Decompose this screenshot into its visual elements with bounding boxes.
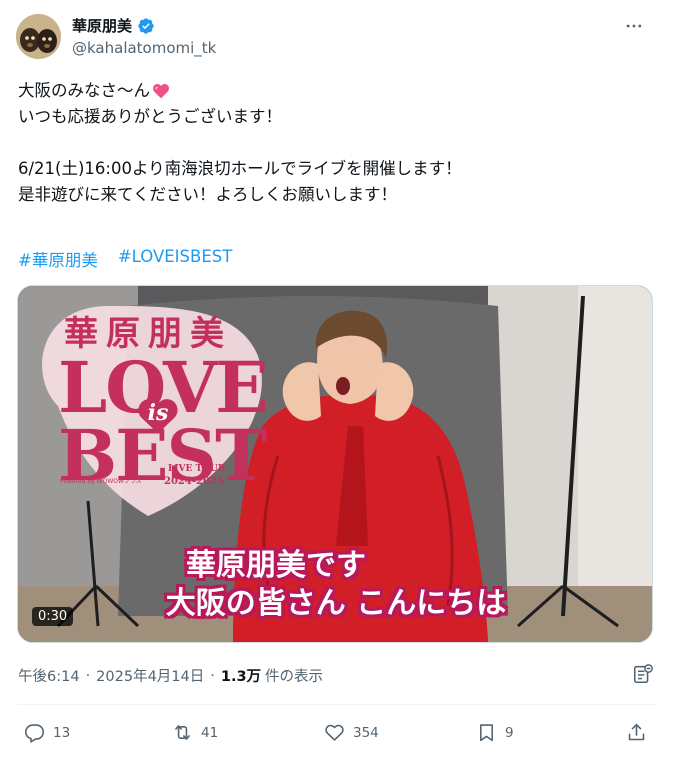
heart-icon (325, 724, 344, 741)
logo-years-text: 2024-2025 (164, 476, 224, 487)
logo-powered-text: Powered by WOWOWプラス (60, 478, 142, 485)
avatar[interactable] (16, 14, 61, 59)
repost-count: 41 (201, 724, 219, 741)
bookmark-button[interactable]: 9 (476, 722, 514, 743)
hashtag-link[interactable]: #華原朋美 (18, 247, 98, 271)
post-meta: 午後6:14 · 2025年4月14日 · 1.3万 件の表示 (18, 665, 323, 686)
post-card: 華原朋美 @kahalatomomi_tk 大阪のみなさ〜ん いつも応援ありがと… (0, 0, 675, 759)
video-player[interactable]: 華原朋美 LOVE is BEST LIVE TOUR 2024-2025 Po… (17, 285, 653, 643)
reply-count: 13 (53, 724, 71, 741)
post-line: 6/21(土)16:00より南海浪切ホールでライブを開催します！ (18, 159, 462, 178)
video-caption-line: 大阪の皆さん こんにちは (165, 586, 507, 621)
like-button[interactable]: 354 (324, 722, 379, 743)
meta-separator: · (85, 667, 91, 684)
post-date[interactable]: 2025年4月14日 (96, 665, 204, 686)
post-text: 大阪のみなさ〜ん いつも応援ありがとうございます！ 6/21(土)16:00より… (18, 78, 658, 208)
repost-icon (175, 725, 190, 740)
author-name-row[interactable]: 華原朋美 (72, 15, 155, 36)
hashtag-link[interactable]: #LOVEISBEST (118, 247, 232, 271)
post-line: 大阪のみなさ〜ん (18, 78, 658, 104)
share-button[interactable] (626, 722, 647, 743)
video-duration: 0:30 (32, 607, 74, 626)
bookmark-count: 9 (505, 724, 514, 741)
verified-badge-icon (138, 17, 154, 34)
reply-button[interactable]: 13 (24, 722, 70, 743)
meta-separator: · (210, 667, 215, 684)
post-line: いつも応援ありがとうございます！ (18, 107, 282, 126)
share-icon (628, 723, 645, 741)
more-options-icon[interactable] (623, 16, 645, 36)
reply-icon (24, 724, 45, 743)
hashtags: #華原朋美 #LOVEISBEST (18, 247, 232, 271)
repost-button[interactable]: 41 (172, 722, 218, 743)
view-count: 1.3万 (220, 669, 262, 685)
post-line: 是非遊びに来てください！よろしくお願いします！ (18, 185, 398, 204)
sparkling-heart-icon (153, 83, 169, 99)
divider (17, 704, 657, 705)
author-display-name[interactable]: 華原朋美 (72, 15, 132, 36)
bookmark-icon (480, 724, 493, 742)
like-count: 354 (353, 724, 379, 741)
analytics-icon[interactable] (632, 663, 654, 685)
view-count-label: 件の表示 (265, 669, 324, 685)
profile-photo-avatar (16, 14, 61, 59)
post-time[interactable]: 午後6:14 (18, 665, 80, 686)
logo-tour-text: LIVE TOUR (168, 464, 226, 474)
author-handle[interactable]: @kahalatomomi_tk (72, 39, 216, 57)
